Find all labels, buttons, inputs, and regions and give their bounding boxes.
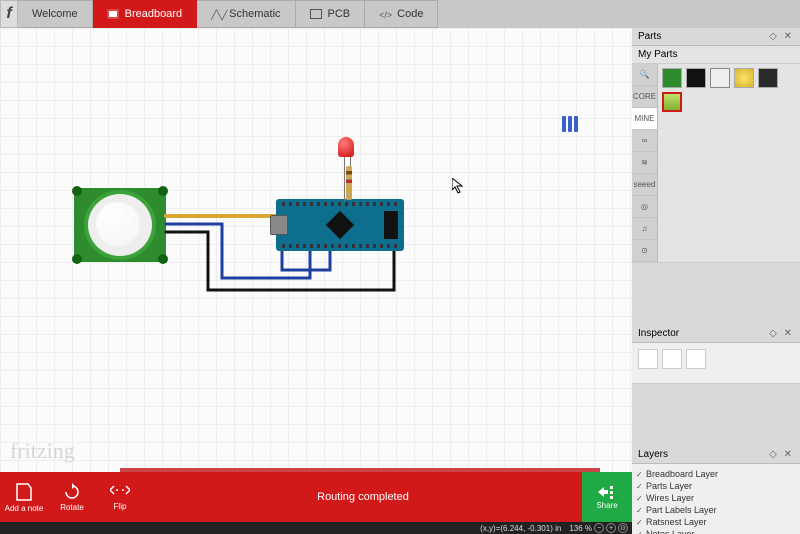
inspector-swatch[interactable] <box>686 349 706 369</box>
share-icon <box>598 485 616 499</box>
watermark: fritzing <box>10 438 75 464</box>
tab-code[interactable]: Code <box>365 0 438 28</box>
flip-button[interactable]: Flip <box>96 472 144 522</box>
parts-category-strip[interactable]: 🔍 CORE MINE ∞ ≋ seeed ◎ ♫ ⊙ <box>632 64 658 262</box>
layers-list: Breadboard Layer Parts Layer Wires Layer… <box>632 464 800 534</box>
schematic-icon <box>211 9 223 19</box>
panel-controls-icon[interactable]: ◇ ✕ <box>769 31 794 42</box>
part-thumb[interactable] <box>686 68 706 88</box>
inspector-swatch[interactable] <box>662 349 682 369</box>
layer-item[interactable]: Breadboard Layer <box>634 468 798 480</box>
part-thumb[interactable] <box>734 68 754 88</box>
parts-cat-core[interactable]: CORE <box>632 86 657 108</box>
tab-welcome[interactable]: Welcome <box>18 0 93 28</box>
status-bar: (x,y)=(6.244, -0.301) in 136 % − + ⊙ <box>0 522 632 534</box>
layers-panel-header[interactable]: Layers◇ ✕ <box>632 446 800 464</box>
inspector-panel-header[interactable]: Inspector◇ ✕ <box>632 325 800 343</box>
inspector-swatch[interactable] <box>638 349 658 369</box>
part-thumb-selected[interactable] <box>662 92 682 112</box>
parts-cat-mine[interactable]: MINE <box>632 108 657 130</box>
flip-icon <box>110 484 130 500</box>
zoom-level: 136 % <box>569 524 592 533</box>
tab-breadboard[interactable]: Breadboard <box>93 0 198 28</box>
parts-cat-arduino[interactable]: ∞ <box>632 130 657 152</box>
zoom-out-button[interactable]: − <box>594 523 604 533</box>
parts-cat-audio[interactable]: ♫ <box>632 218 657 240</box>
app-logo: f <box>0 0 18 28</box>
panel-controls-icon[interactable]: ◇ ✕ <box>769 328 794 339</box>
parts-cat-generic[interactable]: ◎ <box>632 196 657 218</box>
add-note-button[interactable]: Add a note <box>0 472 48 522</box>
breadboard-icon <box>107 9 119 19</box>
rotate-icon <box>63 483 81 501</box>
layer-item[interactable]: Notes Layer <box>634 528 798 534</box>
zoom-in-button[interactable]: + <box>606 523 616 533</box>
parts-panel-header[interactable]: Parts◇ ✕ <box>632 28 800 46</box>
part-thumb[interactable] <box>758 68 778 88</box>
parts-cat-other[interactable]: ⊙ <box>632 240 657 262</box>
share-button[interactable]: Share <box>582 472 632 522</box>
rotate-button[interactable]: Rotate <box>48 472 96 522</box>
layer-item[interactable]: Parts Layer <box>634 480 798 492</box>
part-thumb[interactable] <box>662 68 682 88</box>
part-thumb[interactable] <box>710 68 730 88</box>
tab-pcb[interactable]: PCB <box>296 0 366 28</box>
note-icon <box>15 482 33 502</box>
part-led-red[interactable] <box>338 137 354 157</box>
parts-cat-seeed[interactable]: seeed <box>632 174 657 196</box>
panel-controls-icon[interactable]: ◇ ✕ <box>769 449 794 460</box>
code-icon <box>379 9 391 19</box>
layer-item[interactable]: Wires Layer <box>634 492 798 504</box>
parts-cat-search[interactable]: 🔍 <box>632 64 657 86</box>
part-arduino-nano[interactable] <box>276 199 404 251</box>
zoom-fit-button[interactable]: ⊙ <box>618 523 628 533</box>
layer-item[interactable]: Ratsnest Layer <box>634 516 798 528</box>
bottom-toolbar: Add a note Rotate Flip Routing completed… <box>0 472 632 522</box>
layer-item[interactable]: Part Labels Layer <box>634 504 798 516</box>
part-resistor[interactable] <box>346 166 352 200</box>
parts-bin-label: My Parts <box>632 46 800 64</box>
inspector-body <box>632 343 800 383</box>
part-pin-header[interactable] <box>562 116 578 132</box>
routing-status: Routing completed <box>144 491 582 503</box>
cursor-icon <box>452 178 464 194</box>
breadboard-canvas[interactable]: fritzing <box>0 28 632 472</box>
coords-readout: (x,y)=(6.244, -0.301) in <box>480 524 561 533</box>
pcb-icon <box>310 9 322 19</box>
tab-schematic[interactable]: Schematic <box>197 0 295 28</box>
parts-cat-sparkfun[interactable]: ≋ <box>632 152 657 174</box>
